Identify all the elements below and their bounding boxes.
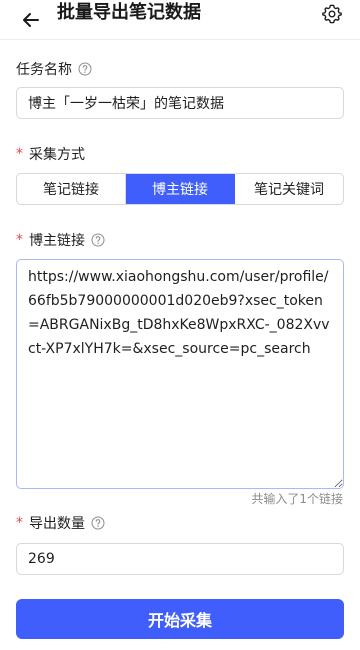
help-button[interactable] [91,233,105,247]
blogger-link-textarea[interactable]: https://www.xiaohongshu.com/user/profile… [16,259,344,489]
collect-method-segmented-control: 笔记链接 博主链接 笔记关键词 [16,173,344,205]
export-count-label-row: * 导出数量 [16,513,105,533]
question-circle-icon [91,516,105,530]
required-mark: * [16,146,23,162]
help-button[interactable] [78,62,92,76]
required-mark: * [16,232,23,248]
export-count-label: 导出数量 [29,516,85,532]
question-circle-icon [91,233,105,247]
settings-button[interactable] [317,1,347,27]
question-circle-icon [78,62,92,76]
task-name-label: 任务名称 [16,62,72,78]
arrow-left-icon [23,13,39,27]
back-button[interactable] [14,3,48,37]
segment-note-link[interactable]: 笔记链接 [17,174,126,204]
segment-blogger-link[interactable]: 博主链接 [126,174,235,204]
blogger-link-label: 博主链接 [29,233,85,249]
task-name-label-row: 任务名称 [16,59,92,79]
collect-method-label-row: * 采集方式 [16,144,85,164]
gear-icon [322,4,342,24]
page-title: 批量导出笔记数据 [57,2,201,23]
segment-note-keyword[interactable]: 笔记关键词 [235,174,343,204]
export-count-input[interactable] [16,543,344,575]
task-name-input[interactable] [16,87,344,119]
blogger-link-label-row: * 博主链接 [16,230,105,250]
collect-method-label: 采集方式 [29,147,85,163]
start-collect-button[interactable]: 开始采集 [16,599,344,639]
required-mark: * [16,515,23,531]
link-count-text: 共输入了1个链接 [251,492,343,506]
header-bar: 批量导出笔记数据 [0,0,360,40]
help-button[interactable] [91,516,105,530]
